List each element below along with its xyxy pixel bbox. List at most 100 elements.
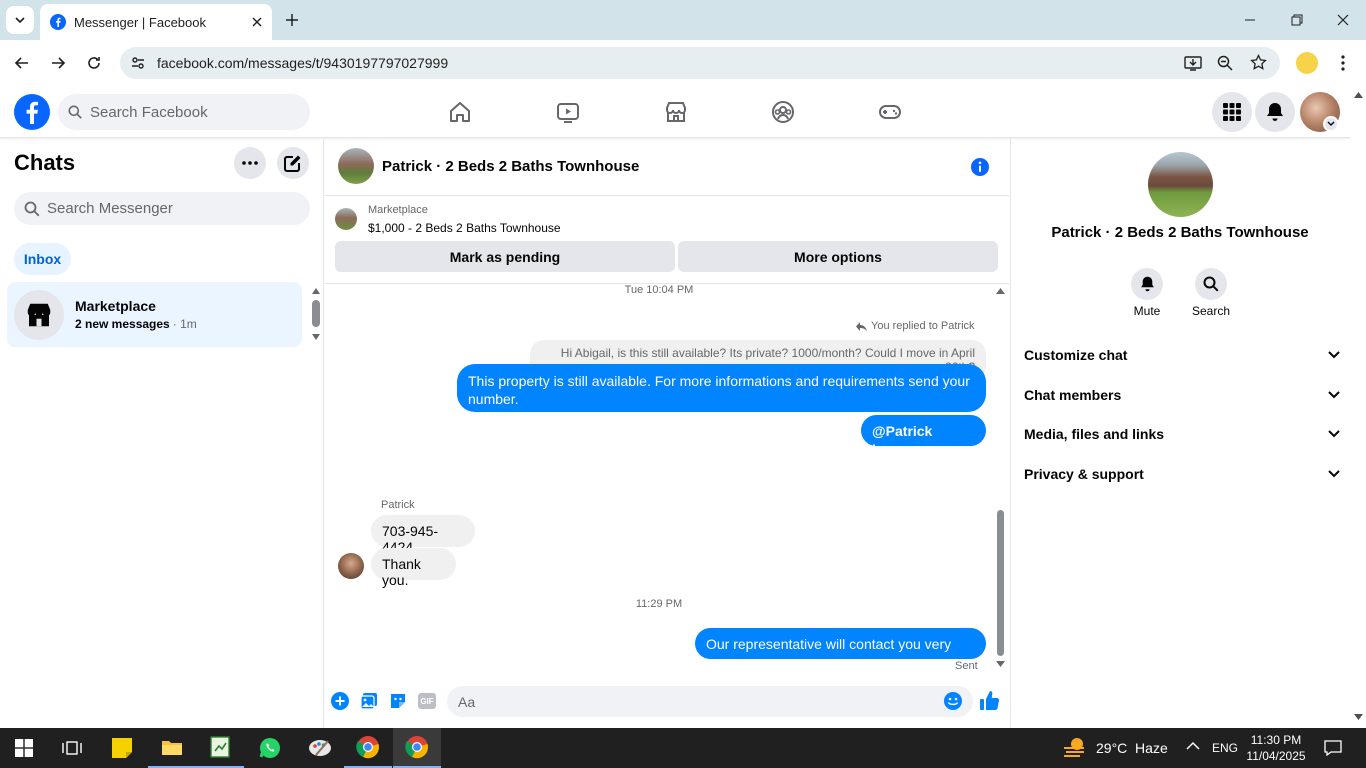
- emoji-button[interactable]: [944, 692, 962, 710]
- chats-options-button[interactable]: [234, 147, 266, 179]
- listing-thumbnail[interactable]: [335, 208, 357, 230]
- file-explorer-app[interactable]: [148, 728, 196, 768]
- weather-text[interactable]: 29°C Haze: [1096, 740, 1168, 756]
- thumbs-up-icon: [980, 691, 1000, 710]
- input-language[interactable]: ENG: [1212, 741, 1238, 755]
- zoom-icon[interactable]: [1217, 55, 1233, 71]
- close-tab-icon[interactable]: [252, 17, 262, 27]
- gif-icon[interactable]: GIF: [418, 693, 436, 709]
- timestamp-divider: 11:29 PM: [635, 598, 683, 610]
- home-icon: [450, 102, 470, 122]
- outgoing-message-mention[interactable]: @Patrick Lewsen: [861, 415, 986, 457]
- whatsapp-app[interactable]: [246, 728, 294, 768]
- bookmark-star-icon[interactable]: [1250, 54, 1267, 71]
- notification-center-button[interactable]: [1324, 740, 1342, 756]
- chat-name: Marketplace: [75, 298, 156, 314]
- mark-as-pending-button[interactable]: Mark as pending: [335, 241, 675, 272]
- mute-button[interactable]: [1131, 268, 1163, 300]
- close-window-button[interactable]: [1329, 6, 1357, 34]
- message-input[interactable]: Aa: [447, 686, 973, 717]
- inbox-filter-tab[interactable]: Inbox: [14, 243, 71, 275]
- like-send-button[interactable]: [979, 690, 1000, 711]
- install-app-icon[interactable]: [1184, 54, 1202, 72]
- facebook-logo-icon: [14, 94, 50, 130]
- page-scrollbar[interactable]: [1350, 86, 1366, 728]
- media-files-links-section[interactable]: Media, files and links: [1024, 422, 1340, 446]
- paint-app[interactable]: [296, 728, 344, 768]
- sticky-notes-app[interactable]: [98, 728, 146, 768]
- outgoing-message[interactable]: Our representative will contact you very…: [695, 628, 986, 670]
- clock[interactable]: 11:30 PM 11/04/2025: [1246, 732, 1306, 764]
- sticker-icon: [391, 694, 405, 708]
- messenger-search-input[interactable]: Search Messenger: [14, 192, 310, 225]
- spreadsheet-app[interactable]: [196, 728, 244, 768]
- sidebar-scrollbar-thumb[interactable]: [312, 300, 320, 327]
- privacy-support-section[interactable]: Privacy & support: [1024, 462, 1340, 486]
- nav-groups[interactable]: [771, 100, 795, 124]
- sticker-button[interactable]: [389, 692, 407, 710]
- menu-button[interactable]: [1212, 92, 1252, 132]
- restore-window-button[interactable]: [1283, 6, 1311, 34]
- conversation-scroll-up[interactable]: [996, 288, 1005, 294]
- extension-icon[interactable]: [1296, 52, 1318, 74]
- listing-text[interactable]: $1,000 - 2 Beds 2 Baths Townhouse: [368, 221, 561, 235]
- plus-circle-icon: [331, 692, 349, 710]
- conversation-title[interactable]: Patrick · 2 Beds 2 Baths Townhouse: [382, 158, 639, 175]
- facebook-logo[interactable]: [14, 94, 50, 130]
- message-input-placeholder: Aa: [458, 693, 476, 710]
- more-options-button[interactable]: More options: [678, 241, 998, 272]
- customize-chat-section[interactable]: Customize chat: [1024, 343, 1340, 367]
- conversation-info-button[interactable]: [970, 157, 990, 177]
- incoming-message[interactable]: Thank you.: [371, 548, 456, 588]
- sidebar-scroll-up[interactable]: [312, 288, 320, 294]
- nav-gaming[interactable]: [878, 100, 902, 124]
- notifications-button[interactable]: [1255, 92, 1295, 132]
- conversation-scrollbar-thumb[interactable]: [997, 510, 1004, 656]
- gaming-controller-icon: [879, 105, 901, 119]
- sidebar-scroll-down[interactable]: [312, 334, 320, 340]
- start-button[interactable]: [0, 728, 48, 768]
- section-label: Privacy & support: [1024, 466, 1144, 482]
- chat-members-section[interactable]: Chat members: [1024, 383, 1340, 407]
- tab-search-button[interactable]: [6, 6, 34, 34]
- back-button[interactable]: [8, 49, 36, 77]
- show-hidden-icons-button[interactable]: [1186, 741, 1200, 750]
- task-view-button[interactable]: [48, 728, 96, 768]
- chat-preview: 2 new messages: [75, 317, 170, 331]
- new-message-button[interactable]: [277, 147, 309, 179]
- nav-video[interactable]: [556, 100, 580, 124]
- chrome-icon: [356, 736, 379, 759]
- reload-button[interactable]: [80, 49, 108, 77]
- nav-home[interactable]: [448, 100, 472, 124]
- chevron-down-icon: [1327, 121, 1335, 126]
- more-vertical-icon: [1341, 55, 1345, 71]
- conversation-avatar[interactable]: [338, 148, 374, 184]
- chrome-app-active[interactable]: [393, 728, 441, 768]
- weather-icon[interactable]: [1062, 737, 1088, 759]
- outgoing-message[interactable]: This property is still available. For mo…: [457, 364, 986, 412]
- caret-down-icon: [1354, 714, 1363, 720]
- minimize-window-button[interactable]: [1236, 6, 1264, 34]
- browser-menu-button[interactable]: [1329, 49, 1357, 77]
- incoming-message[interactable]: 703-945-4424: [371, 515, 475, 555]
- groups-icon: [772, 101, 794, 123]
- restore-icon: [1291, 14, 1303, 26]
- conversation-scroll-down[interactable]: [996, 661, 1005, 667]
- facebook-search-input[interactable]: Search Facebook: [58, 94, 310, 130]
- address-bar[interactable]: facebook.com/messages/t/9430197797027999: [120, 47, 1280, 79]
- account-chevron[interactable]: [1323, 116, 1339, 132]
- forward-button[interactable]: [44, 49, 72, 77]
- search-in-conversation-button[interactable]: [1195, 268, 1227, 300]
- search-label: Search: [1191, 304, 1231, 318]
- site-settings-icon[interactable]: [130, 55, 146, 71]
- sender-avatar[interactable]: [338, 553, 364, 579]
- more-actions-button[interactable]: [331, 692, 349, 710]
- chat-list-item[interactable]: Marketplace 2 new messages · 1m: [7, 282, 302, 347]
- chrome-app[interactable]: [344, 728, 392, 768]
- new-tab-button[interactable]: [278, 6, 306, 34]
- browser-tab[interactable]: Messenger | Facebook: [40, 4, 272, 40]
- attach-media-button[interactable]: [360, 692, 378, 710]
- listing-source: Marketplace: [368, 204, 428, 216]
- nav-marketplace[interactable]: [664, 100, 688, 124]
- details-avatar[interactable]: [1148, 152, 1213, 217]
